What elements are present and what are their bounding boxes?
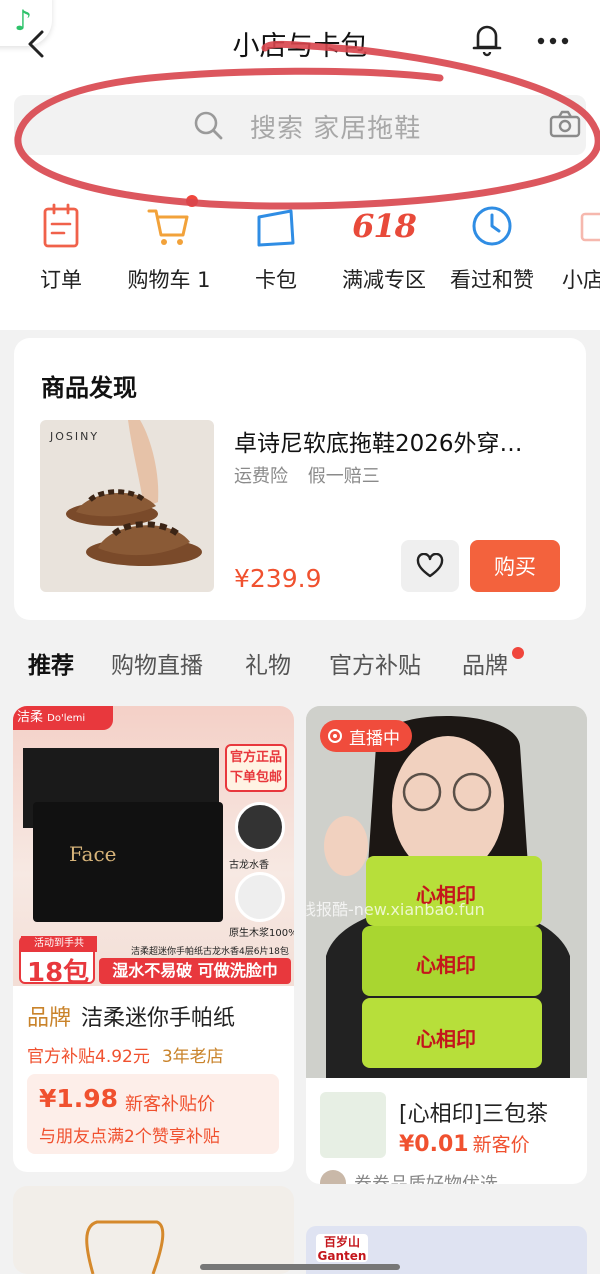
- product-price: ¥239.9: [234, 564, 322, 593]
- camera-icon[interactable]: [549, 109, 581, 139]
- brand-tag: 品牌: [27, 1006, 72, 1031]
- card-wallet-icon: [257, 209, 295, 247]
- search-bar[interactable]: 搜索 家居拖鞋: [14, 95, 586, 155]
- slogan-banner: 湿水不易破 可做洗脸巾: [99, 958, 291, 984]
- product-desc-line: 洁柔超迷你手帕纸古龙水香4层6片18包: [131, 947, 289, 957]
- search-placeholder: 搜索 家居拖鞋: [250, 114, 422, 144]
- header-area: ♪ 小店与卡包 搜索 家居拖鞋 订单 购物车 1 卡包 618 满减专区 看过和…: [0, 0, 600, 330]
- feed-item-tissue[interactable]: 洁柔 Do'lemi Face 官方正品 下单包邮 古龙水香 原生木浆100% 洁…: [13, 706, 294, 1172]
- bell-icon[interactable]: [470, 20, 504, 58]
- shortcut-row: 订单 购物车 1 卡包 618 满减专区 看过和赞 小店: [0, 195, 600, 306]
- more-options-icon[interactable]: [533, 26, 573, 56]
- tab-brands[interactable]: 品牌: [462, 646, 508, 680]
- clock-icon: [472, 206, 512, 246]
- store-icon: [580, 212, 600, 242]
- live-video-thumbnail: 心相印 心相印 心相印 线报酷-new.xianbao.fun 直播中: [306, 706, 587, 1078]
- shortcut-label: 订单: [40, 268, 82, 292]
- search-icon: [194, 111, 223, 140]
- live-badge: 直播中: [320, 720, 412, 752]
- shortcut-orders[interactable]: 订单: [7, 196, 115, 294]
- tab-shopping-live[interactable]: 购物直播: [111, 646, 203, 680]
- tag-authentic-guarantee: 假一赔三: [307, 466, 380, 487]
- brand-banner: 洁柔 Do'lemi: [13, 706, 113, 730]
- shortcut-viewed-liked[interactable]: 看过和赞: [438, 196, 546, 294]
- brands-notification-dot: [512, 647, 524, 659]
- home-indicator[interactable]: [200, 1264, 400, 1270]
- feed-price: ¥1.98: [39, 1084, 119, 1113]
- page-title: 小店与卡包: [232, 31, 368, 62]
- shop-info[interactable]: 卷卷品质好物优选: [320, 1170, 498, 1184]
- shortcut-store[interactable]: 小店: [546, 196, 600, 294]
- product-mini-thumbnail: [320, 1092, 386, 1158]
- tag-shipping-insurance: 运费险: [234, 466, 288, 487]
- feed-price: ¥0.01 新客价: [399, 1132, 530, 1157]
- tissue-box: Face: [33, 802, 223, 922]
- feed-subinfo: 官方补贴4.92元 3年老店: [27, 1047, 224, 1067]
- tab-recommend[interactable]: 推荐: [28, 646, 74, 680]
- section-heading: 商品发现: [41, 374, 137, 402]
- shortcut-discount-zone[interactable]: 618 满减专区: [330, 196, 438, 294]
- shortcut-label: 卡包: [255, 268, 297, 292]
- svg-text:心相印: 心相印: [416, 953, 476, 977]
- buy-button[interactable]: 购买: [470, 540, 560, 592]
- feed-title: [心相印]三包茶: [399, 1102, 549, 1127]
- official-badge: 官方正品 下单包邮: [225, 744, 287, 792]
- shortcut-label: 满减专区: [342, 268, 426, 292]
- product-thumbnail[interactable]: JOSINY: [40, 420, 214, 592]
- feed-item-partial-left[interactable]: [13, 1186, 294, 1274]
- svg-text:心相印: 心相印: [416, 1027, 476, 1051]
- product-tags: 运费险 假一赔三: [234, 462, 394, 488]
- 618-icon: 618: [352, 207, 417, 245]
- category-tabs: 推荐 购物直播 礼物 官方补贴 品牌: [0, 646, 600, 686]
- favorite-button[interactable]: [401, 540, 459, 592]
- pulp-circle: [235, 872, 285, 922]
- cart-notification-dot: [186, 195, 198, 207]
- shortcut-label: 小店: [562, 268, 600, 292]
- tab-official-subsidy[interactable]: 官方补贴: [329, 646, 421, 680]
- heart-icon: [416, 553, 444, 578]
- share-note: 与朋友点满2个赞享补贴: [39, 1127, 220, 1147]
- partial-product-image: [85, 1220, 165, 1274]
- pulp-label: 原生木浆100%: [229, 928, 294, 939]
- feed-item-live[interactable]: 心相印 心相印 心相印 线报酷-new.xianbao.fun 直播中 [心相印…: [306, 706, 587, 1184]
- promo-box: ¥1.98 新客补贴价 与朋友点满2个赞享补贴: [27, 1074, 279, 1154]
- shortcut-card-wallet[interactable]: 卡包: [222, 196, 330, 294]
- feed-title: 品牌 洁柔迷你手帕纸: [27, 1006, 236, 1031]
- shortcut-cart[interactable]: 购物车 1: [115, 196, 223, 294]
- price-note: 新客补贴价: [125, 1094, 215, 1115]
- order-icon: [43, 203, 79, 248]
- pack-count-badge: 活动到手共 18包: [19, 936, 97, 988]
- product-image: 洁柔 Do'lemi Face 官方正品 下单包邮 古龙水香 原生木浆100% 洁…: [13, 706, 294, 988]
- shortcut-label: 购物车 1: [127, 268, 211, 292]
- brand-logo: 百岁山 Ganten: [316, 1234, 368, 1263]
- product-name[interactable]: 卓诗尼软底拖鞋2026外穿…: [234, 424, 564, 458]
- product-discovery-card: 商品发现 JOSINY 卓诗尼软底拖鞋2026外穿… 运费险 假一赔三 ¥239…: [14, 338, 586, 620]
- tab-gifts[interactable]: 礼物: [245, 646, 291, 680]
- scent-label: 古龙水香: [229, 860, 269, 871]
- watermark-text: 线报酷-new.xianbao.fun: [306, 900, 485, 919]
- live-dot-icon: [328, 729, 342, 743]
- shortcut-label: 看过和赞: [450, 268, 534, 292]
- scent-circle: [235, 802, 285, 852]
- slipper-image: [66, 420, 202, 566]
- presenter-image: 心相印 心相印 心相印: [306, 706, 587, 1078]
- avatar: [320, 1170, 346, 1184]
- cart-icon: [147, 209, 189, 245]
